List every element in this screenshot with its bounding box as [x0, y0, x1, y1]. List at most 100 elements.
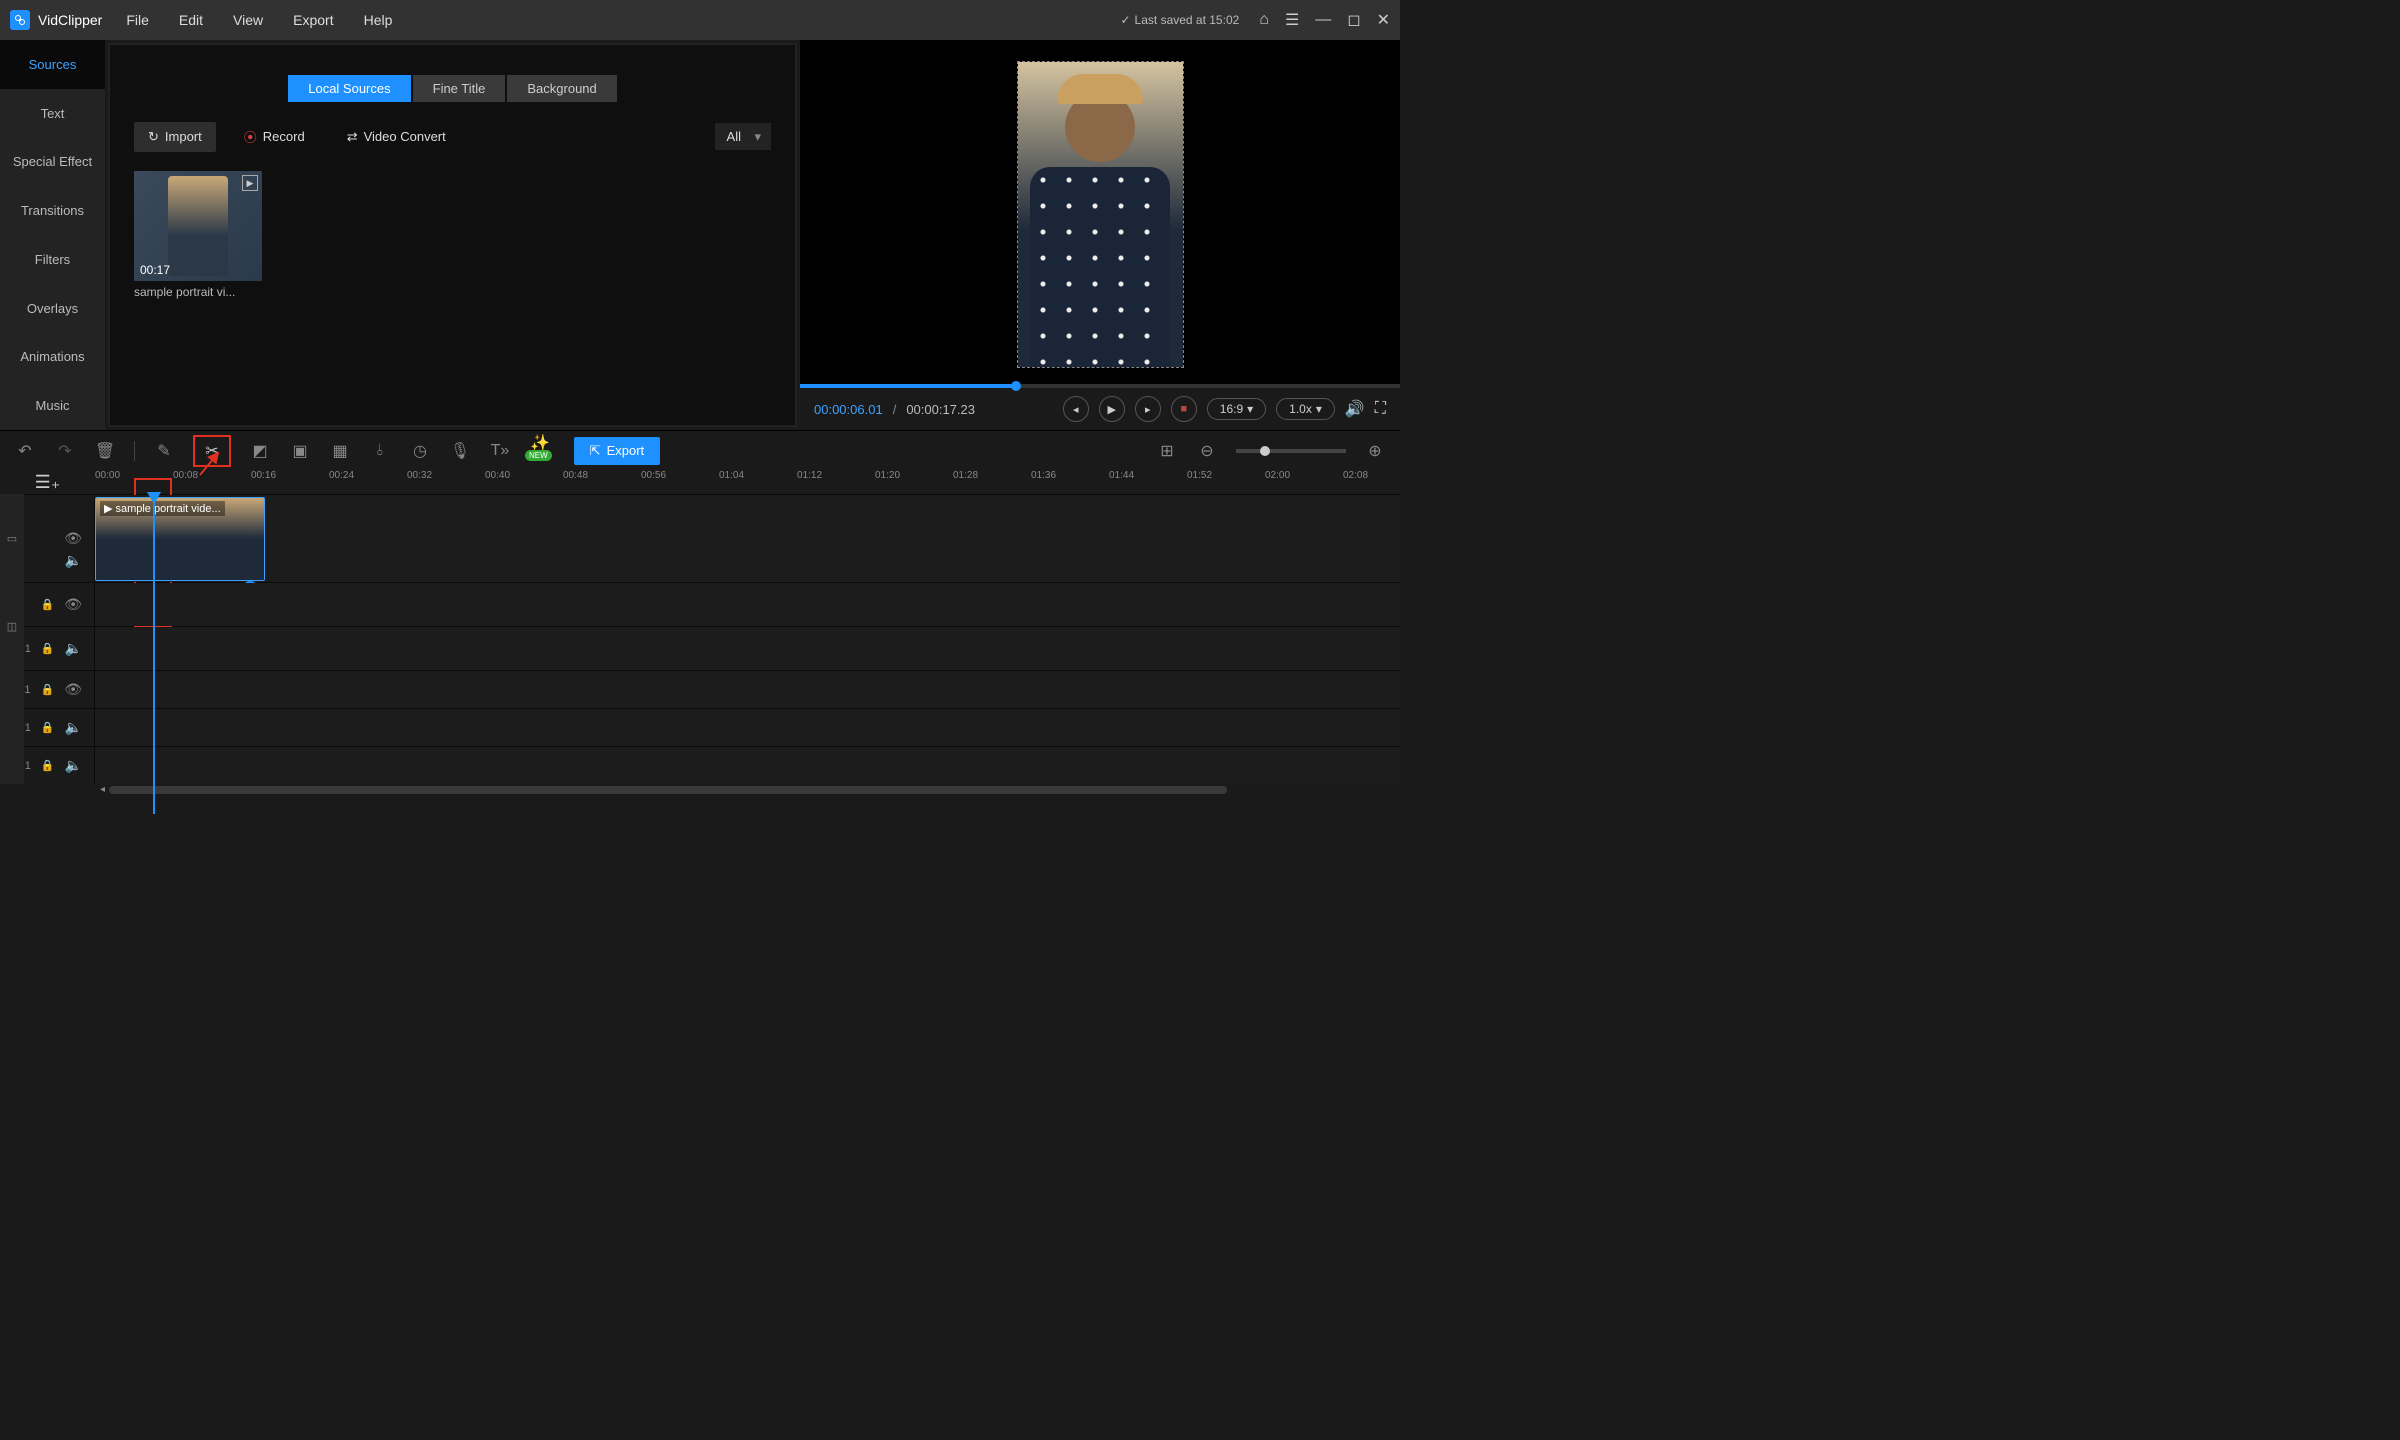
mute-icon[interactable]: 🔈: [65, 757, 82, 774]
clip-label: sample portrait vide...: [115, 503, 220, 515]
tts-icon[interactable]: T»: [489, 440, 511, 462]
media-filter-select[interactable]: All: [715, 123, 771, 150]
export-button[interactable]: ⇱ Export: [574, 437, 660, 465]
subtab-background[interactable]: Background: [507, 75, 616, 102]
sidebar-item-special-effect[interactable]: Special Effect: [0, 138, 105, 187]
video-convert-button[interactable]: ⇄ Video Convert: [333, 122, 460, 152]
media-item[interactable]: 00:17 ▶ sample portrait vi...: [134, 171, 262, 299]
menu-view[interactable]: View: [233, 12, 263, 28]
new-badge: NEW: [525, 450, 552, 461]
fullscreen-icon[interactable]: ⛶: [1375, 400, 1386, 418]
filter-value: All: [727, 129, 741, 144]
stop-button[interactable]: ■: [1171, 396, 1197, 422]
mute-icon[interactable]: 🔈: [65, 719, 82, 736]
record-label: Record: [263, 129, 305, 144]
hamburger-icon[interactable]: ☰: [1285, 10, 1299, 30]
preview-progress[interactable]: [800, 384, 1400, 388]
ruler-mark: 01:52: [1187, 470, 1265, 494]
prev-frame-button[interactable]: ◂: [1063, 396, 1089, 422]
lock-icon[interactable]: 🔒: [41, 683, 55, 696]
preview-frame[interactable]: [1018, 62, 1183, 367]
sidebar-item-overlays[interactable]: Overlays: [0, 284, 105, 333]
mute-icon[interactable]: 🔈: [65, 640, 82, 657]
duration-icon[interactable]: ◷: [409, 440, 431, 462]
timeline-ruler[interactable]: ☰₊ 00:00 00:08 00:16 00:24 00:32 00:40 0…: [0, 470, 1400, 494]
voiceover-icon[interactable]: 🎙: [449, 440, 471, 462]
zoom-slider[interactable]: [1236, 449, 1346, 453]
eye-icon[interactable]: 👁: [64, 681, 82, 698]
app-logo: [10, 10, 30, 30]
ruler-mark: 01:12: [797, 470, 875, 494]
sidebar-item-animations[interactable]: Animations: [0, 333, 105, 382]
ruler-mark: 00:08: [173, 470, 251, 494]
menu-file[interactable]: File: [126, 12, 149, 28]
delete-icon[interactable]: 🗑: [94, 440, 116, 462]
menu-edit[interactable]: Edit: [179, 12, 203, 28]
aspect-ratio-select[interactable]: 16:9▾: [1207, 398, 1266, 420]
sidebar-item-transitions[interactable]: Transitions: [0, 186, 105, 235]
playback-speed-select[interactable]: 1.0x▾: [1276, 398, 1335, 420]
sidebar-item-text[interactable]: Text: [0, 89, 105, 138]
track-number: 1: [25, 643, 31, 655]
media-name: sample portrait vi...: [134, 285, 262, 299]
track-number: 1: [25, 760, 31, 772]
overlay-track-2[interactable]: 1 🔒 🔈: [0, 626, 1400, 670]
menu-help[interactable]: Help: [364, 12, 393, 28]
stats-icon[interactable]: ⫰: [369, 440, 391, 462]
play-icon: ▶: [104, 502, 112, 515]
next-frame-button[interactable]: ▸: [1135, 396, 1161, 422]
video-track-icon: ▭: [0, 494, 24, 582]
volume-icon[interactable]: 🔊: [1345, 399, 1365, 419]
zoom-in-icon[interactable]: ⊕: [1364, 440, 1386, 462]
last-saved: ✓ Last saved at 15:02: [1120, 13, 1239, 27]
ruler-mark: 00:24: [329, 470, 407, 494]
lock-icon[interactable]: 🔒: [41, 642, 55, 655]
eye-icon[interactable]: 👁: [64, 596, 82, 613]
ruler-mark: 00:48: [563, 470, 641, 494]
lock-icon[interactable]: 🔒: [41, 721, 55, 734]
add-track-icon[interactable]: ☰₊: [0, 470, 95, 494]
lock-icon[interactable]: 🔒: [41, 598, 55, 611]
playhead[interactable]: [153, 494, 155, 814]
marquee-icon[interactable]: ▣: [289, 440, 311, 462]
sidebar-item-filters[interactable]: Filters: [0, 235, 105, 284]
sidebar-item-music[interactable]: Music: [0, 381, 105, 430]
zoom-out-icon[interactable]: ⊖: [1196, 440, 1218, 462]
record-button[interactable]: ⦿ Record: [230, 120, 319, 153]
minimize-icon[interactable]: —: [1315, 11, 1331, 29]
source-panel: Local Sources Fine Title Background ↻ Im…: [108, 43, 797, 427]
music-track[interactable]: ♫1🔒🔈: [0, 708, 1400, 746]
voice-track[interactable]: 🎙1🔒🔈: [0, 746, 1400, 784]
undo-icon[interactable]: ↶: [14, 440, 36, 462]
redo-icon[interactable]: ↷: [54, 440, 76, 462]
crop-icon[interactable]: ◩: [249, 440, 271, 462]
maximize-icon[interactable]: ◻: [1347, 10, 1360, 30]
lock-icon[interactable]: 🔒: [41, 759, 55, 772]
split-icon[interactable]: ✂: [193, 435, 231, 467]
media-duration: 00:17: [140, 263, 170, 277]
timeline-clip[interactable]: ▶sample portrait vide...: [95, 497, 265, 581]
timeline-scrollbar[interactable]: ◂: [0, 784, 1400, 796]
mute-icon[interactable]: 🔈: [65, 552, 82, 569]
text-track[interactable]: T1🔒👁: [0, 670, 1400, 708]
preview-viewport[interactable]: [800, 40, 1400, 388]
import-button[interactable]: ↻ Import: [134, 122, 216, 152]
check-icon: ✓: [1120, 13, 1130, 27]
timecode-current: 00:00:06.01: [814, 402, 883, 417]
menu-export[interactable]: Export: [293, 12, 333, 28]
overlay-track[interactable]: 🔒 👁: [0, 582, 1400, 626]
ruler-mark: 01:36: [1031, 470, 1109, 494]
subtab-local-sources[interactable]: Local Sources: [288, 75, 410, 102]
mask-icon[interactable]: ▦: [329, 440, 351, 462]
home-icon[interactable]: ⌂: [1259, 11, 1269, 29]
convert-label: Video Convert: [364, 129, 446, 144]
video-track[interactable]: 👁 🔈 ▶sample portrait vide... ✂: [0, 494, 1400, 582]
subtab-fine-title[interactable]: Fine Title: [413, 75, 506, 102]
sidebar-item-sources[interactable]: Sources: [0, 40, 105, 89]
fit-icon[interactable]: ⊞: [1156, 440, 1178, 462]
close-icon[interactable]: ✕: [1377, 10, 1390, 30]
play-icon: ▶: [242, 175, 258, 191]
aspect-value: 16:9: [1220, 402, 1243, 416]
play-button[interactable]: ▶: [1099, 396, 1125, 422]
edit-icon[interactable]: ✎: [153, 440, 175, 462]
